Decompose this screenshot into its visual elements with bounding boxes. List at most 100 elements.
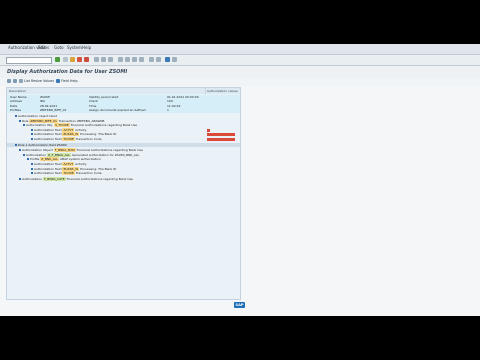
node-object-id: BUKRS_W [62, 132, 80, 137]
sap-gui-screen: Authorization values Edit Goto System He… [0, 44, 480, 316]
menu-system[interactable]: System [67, 45, 82, 50]
node-label: Authorization field [34, 132, 63, 137]
node-label: Authorization field [34, 171, 63, 176]
node-object-id: F_BNKA_MAN [53, 148, 76, 153]
menu-edit[interactable]: Edit [38, 45, 46, 50]
expand-icon[interactable] [7, 79, 12, 83]
node-label: Authorization field [34, 166, 63, 171]
menu-bar: Authorization values Edit Goto System He… [0, 44, 480, 62]
node-object-id: ACTVT [62, 127, 75, 132]
back-icon[interactable] [70, 57, 75, 62]
node-icon [31, 133, 33, 136]
window-controls: —□✕ [453, 46, 474, 62]
node-object-id: ZBIFKBO_BIFE_01 [29, 118, 58, 123]
next-page-icon[interactable] [132, 57, 137, 62]
description-header-label: Description [9, 89, 27, 93]
save-icon[interactable] [63, 57, 68, 62]
node-icon [31, 167, 33, 170]
command-field[interactable] [6, 57, 52, 64]
node-label: Profile [30, 157, 41, 162]
list-resize-values-button[interactable]: List Resize Values [19, 79, 54, 83]
node-object-id: S_TCODE [54, 123, 70, 128]
node-description: Activity [74, 127, 87, 132]
system-toolbar [0, 55, 480, 66]
list-resize-values-label: List Resize Values [24, 79, 55, 83]
node-icon [31, 163, 33, 165]
node-description: Activity [74, 162, 87, 166]
node-label: Authorization field [34, 162, 63, 166]
node-description: Transaction Code [74, 137, 102, 141]
menu-goto[interactable]: Goto [54, 45, 64, 50]
node-label: Authorization object Ident [18, 114, 57, 118]
header-row: Profiles ZBIFKBO_BIFE_01 Assign documents … [7, 108, 240, 113]
resize-icon [19, 79, 23, 83]
application-toolbar: List Resize Values Field Help [0, 78, 480, 86]
tree-node[interactable]: Authorization F_BNKA_CATE Financial Auth… [7, 176, 240, 182]
header-value2: 1 [167, 108, 169, 113]
node-object-id: TCODE [62, 137, 75, 141]
node-label: Authorization field [34, 137, 63, 141]
find-next-icon[interactable] [108, 57, 113, 62]
node-description: Transaction ZBIFKBO_ABAWKB [57, 118, 105, 123]
last-page-icon[interactable] [139, 57, 144, 62]
node-icon [15, 115, 17, 117]
header-label2: Assign documents expired an defined [89, 108, 146, 113]
field-help-button[interactable]: Field Help [56, 79, 78, 83]
authorization-values-header-label: Authorization values [207, 89, 238, 93]
node-description: Financial Authorizations regarding Bank … [69, 123, 137, 128]
tree-node[interactable]: Role 1 Authorization field ZSOMI [7, 142, 240, 148]
tree-node[interactable]: Authorization field TCODE Transaction Co… [7, 137, 240, 142]
node-object-id: Z_F_BNKA_ALL [47, 152, 71, 157]
authorization-tree-panel: Description Authorization values User Na… [6, 87, 241, 300]
node-icon [31, 128, 33, 131]
exit-icon[interactable] [77, 57, 82, 62]
authorization-value-marker [207, 133, 235, 137]
previous-page-icon[interactable] [125, 57, 130, 62]
node-description: Financial Authorizations regarding Bank … [75, 148, 143, 153]
node-icon [19, 177, 21, 180]
node-icon [31, 138, 33, 140]
node-object-id: BUKRS_W [62, 166, 80, 171]
authorization-values-column-header[interactable]: Authorization values [205, 88, 240, 94]
node-icon [23, 124, 25, 127]
node-label: Authorization [26, 152, 48, 157]
layout-menu-icon[interactable] [172, 57, 177, 62]
node-description: Generated authorization for ZSOMI_BNK_AL… [71, 152, 140, 157]
print-icon[interactable] [94, 57, 99, 62]
node-icon [19, 119, 21, 122]
node-object-id: ACTVT [62, 162, 75, 166]
first-page-icon[interactable] [118, 57, 123, 62]
status-bar [0, 308, 480, 316]
header-value: ZBIFKBO_BIFE_01 [40, 108, 67, 113]
node-description: Processing: The Bank ID [79, 166, 117, 171]
description-column-header[interactable]: Description [7, 88, 205, 94]
help-icon[interactable] [165, 57, 170, 62]
collapse-icon[interactable] [13, 79, 18, 83]
header-label: Profiles [10, 108, 21, 113]
cancel-icon[interactable] [84, 57, 89, 62]
node-object-id: F_BNKA_CATE [43, 176, 66, 181]
page-title: Display Authorization Data for User ZSOM… [7, 69, 128, 75]
node-object-id: TCODE [62, 171, 75, 176]
node-label: Role 1 Authorization field ZSOMI [18, 142, 67, 147]
node-description: Transaction Code [74, 171, 102, 176]
node-label: Authorization [22, 176, 44, 181]
node-label: Authorization Obj. [26, 123, 55, 128]
enter-icon[interactable] [55, 57, 60, 62]
shortcut-icon[interactable] [156, 57, 161, 62]
node-description: Processing: The Bank ID [79, 132, 117, 137]
node-object-id: Z_BNK_ALL [40, 157, 60, 162]
authorization-value-marker [207, 137, 235, 141]
new-session-icon[interactable] [149, 57, 154, 62]
field-help-label: Field Help [61, 79, 78, 83]
tree-node[interactable]: Authorization field TCODE Transaction Co… [7, 171, 240, 176]
node-label: Authorization Object [22, 148, 54, 153]
authorization-value-marker [207, 128, 210, 132]
node-description: ABAP system authorization [59, 157, 101, 162]
node-icon [19, 149, 21, 152]
node-label: Authorization field [34, 127, 63, 132]
find-icon[interactable] [101, 57, 106, 62]
menu-help[interactable]: Help [82, 45, 91, 50]
node-description: Financial Authorizations regarding Bank … [65, 176, 133, 181]
node-icon [23, 153, 25, 156]
